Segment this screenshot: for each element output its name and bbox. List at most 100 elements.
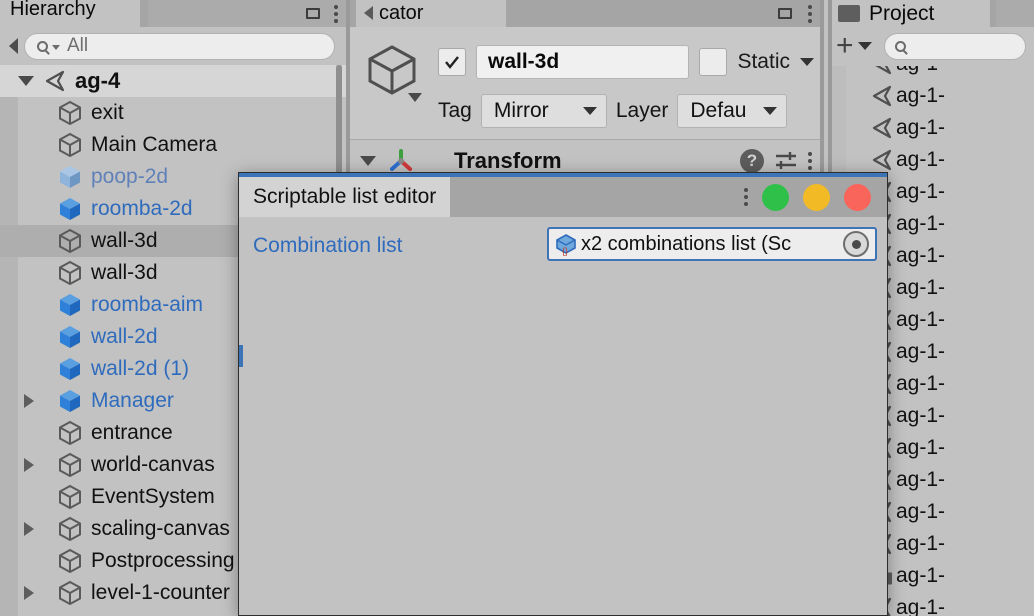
- collapse-arrow-icon[interactable]: [9, 38, 18, 54]
- cube-outline-icon: [368, 45, 416, 95]
- foldout-open-icon[interactable]: [18, 76, 34, 86]
- search-icon: [894, 40, 906, 52]
- foldout-closed-icon[interactable]: [24, 458, 34, 472]
- object-name-field[interactable]: wall-3d: [476, 45, 690, 79]
- cube-outline-icon: [56, 579, 84, 607]
- layer-value: Defau: [690, 99, 747, 122]
- static-dropdown-chevron-icon[interactable]: [800, 58, 814, 66]
- hierarchy-row[interactable]: exit: [0, 97, 350, 129]
- project-search-input[interactable]: [883, 32, 1026, 60]
- minimize-icon[interactable]: [306, 8, 320, 19]
- tab-inspector[interactable]: cator: [356, 0, 506, 27]
- close-button[interactable]: [844, 183, 871, 211]
- project-row-label: ag-1-: [896, 148, 946, 171]
- row-foldout-area: [0, 458, 40, 472]
- unity-scene-icon: [40, 67, 68, 95]
- project-folder-icon: [838, 5, 860, 22]
- kebab-menu-icon[interactable]: [808, 152, 812, 170]
- project-row-label: ag-1-: [896, 212, 946, 235]
- preset-sliders-icon[interactable]: [774, 150, 798, 172]
- row-foldout-area: [0, 394, 40, 408]
- hierarchy-row-label: Postprocessing: [91, 549, 235, 572]
- hierarchy-row-label: roomba-2d: [91, 197, 193, 220]
- unity-scene-icon: [866, 147, 896, 173]
- foldout-closed-icon[interactable]: [24, 586, 34, 600]
- search-input-value: All: [67, 35, 89, 56]
- project-row-label: ag-1-: [896, 276, 946, 299]
- row-foldout-area: [0, 522, 40, 536]
- layer-dropdown[interactable]: Defau: [677, 94, 788, 128]
- hierarchy-row-label: wall-3d: [91, 229, 158, 252]
- help-icon[interactable]: ?: [740, 149, 764, 173]
- minimize-button[interactable]: [803, 183, 830, 211]
- inspector-object-header: wall-3d Static Tag Mirror Layer Defau: [350, 27, 824, 140]
- static-checkbox[interactable]: [699, 48, 728, 76]
- project-row-label: ag-1-: [896, 596, 946, 616]
- cube-outline-icon: [56, 419, 84, 447]
- hierarchy-row-label: wall-2d (1): [91, 357, 190, 380]
- chevron-down-icon[interactable]: [857, 42, 872, 50]
- project-row-label: ag-1-: [896, 468, 946, 491]
- inspector-tab-arrow-icon: [364, 6, 373, 20]
- hierarchy-row-label: scaling-canvas: [91, 517, 230, 540]
- transform-foldout-icon[interactable]: [360, 156, 376, 166]
- prefab-cube-icon: [56, 291, 84, 319]
- object-enabled-checkbox[interactable]: [438, 48, 466, 76]
- scriptable-list-editor-window: Scriptable list editor Combination list …: [238, 172, 888, 616]
- popup-titlebar[interactable]: Scriptable list editor: [239, 177, 887, 217]
- kebab-menu-icon[interactable]: [808, 4, 812, 23]
- search-icon: [37, 40, 48, 52]
- hierarchy-row-label: wall-3d: [91, 261, 158, 284]
- object-field-value: x2 combinations list (Sc: [581, 232, 792, 255]
- project-row-label: ag-1-: [896, 500, 946, 523]
- object-picker-icon[interactable]: [843, 231, 869, 257]
- unity-scene-icon: [866, 66, 896, 77]
- hierarchy-row-label: EventSystem: [91, 485, 215, 508]
- project-row[interactable]: ag-1-: [828, 112, 1034, 144]
- popup-tab[interactable]: Scriptable list editor: [239, 177, 451, 217]
- project-row[interactable]: ag-1-: [828, 80, 1034, 112]
- cube-outline-icon: [56, 547, 84, 575]
- tab-placeholder[interactable]: [148, 0, 252, 27]
- prefab-cube-icon: [56, 355, 84, 383]
- tag-dropdown[interactable]: Mirror: [480, 94, 607, 128]
- project-row-label: ag-1-: [896, 564, 946, 587]
- cube-outline-icon: [56, 483, 84, 511]
- project-row-label: ag-1-: [896, 532, 946, 555]
- minimize-icon[interactable]: [778, 8, 792, 19]
- hierarchy-row-label: exit: [91, 101, 124, 124]
- prefab-cube-icon: [56, 195, 84, 223]
- project-row-label: ag-1-: [896, 180, 946, 203]
- hierarchy-row[interactable]: ag-4: [0, 65, 350, 97]
- scriptable-object-icon: {}: [556, 234, 576, 256]
- cube-outline-icon: [56, 451, 84, 479]
- foldout-closed-icon[interactable]: [24, 394, 34, 408]
- combination-list-object-field[interactable]: {} x2 combinations list (Sc: [547, 227, 877, 261]
- inspector-tag-layer-row: Tag Mirror Layer Defau: [438, 91, 814, 131]
- search-input[interactable]: All: [24, 32, 335, 60]
- popup-body: Combination list {} x2 combinations list…: [239, 217, 887, 615]
- tab-hierarchy[interactable]: Hierarchy: [0, 0, 140, 27]
- tag-label: Tag: [438, 99, 472, 122]
- hierarchy-row-label: poop-2d: [91, 165, 169, 188]
- hierarchy-row[interactable]: Main Camera: [0, 129, 350, 161]
- add-asset-button[interactable]: +: [836, 31, 854, 61]
- project-row-label: ag-1-: [896, 244, 946, 267]
- kebab-menu-icon[interactable]: [334, 4, 338, 23]
- project-row-label: ag-1-: [896, 372, 946, 395]
- project-row[interactable]: ag-1-: [828, 66, 1034, 80]
- project-row-label: ag-1-: [896, 404, 946, 427]
- foldout-closed-icon[interactable]: [24, 522, 34, 536]
- tab-placeholder[interactable]: [996, 0, 1034, 27]
- row-foldout-area: [0, 586, 40, 600]
- tab-hierarchy-label: Hierarchy: [10, 0, 96, 20]
- maximize-button[interactable]: [762, 183, 789, 211]
- kebab-menu-icon[interactable]: [744, 188, 748, 206]
- chevron-down-icon[interactable]: [408, 93, 422, 102]
- popup-left-accent: [239, 345, 243, 367]
- prefab-cube-icon: [56, 323, 84, 351]
- row-foldout-area: [0, 76, 40, 86]
- tab-project-label: Project: [869, 2, 935, 25]
- inspector-name-row: wall-3d Static: [438, 41, 814, 83]
- tab-project[interactable]: Project: [828, 0, 990, 28]
